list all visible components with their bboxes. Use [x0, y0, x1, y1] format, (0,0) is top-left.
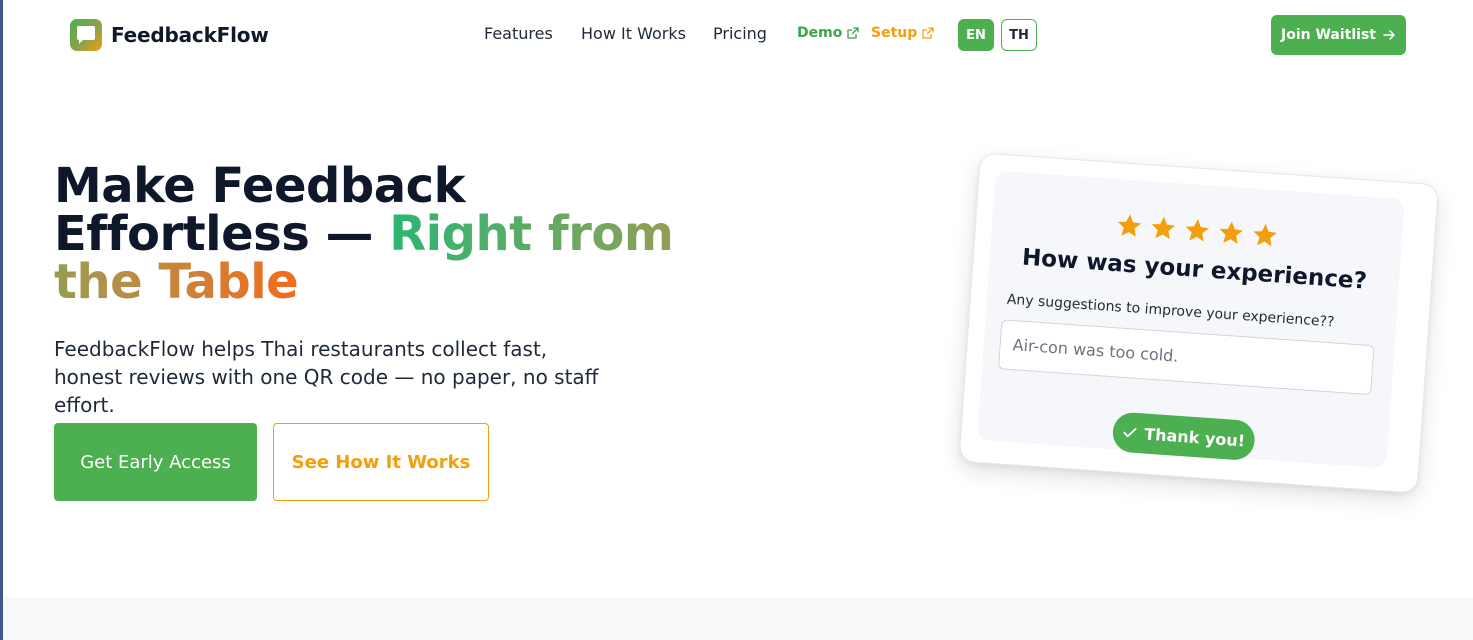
star-icon [1185, 219, 1210, 242]
star-icon [1219, 221, 1243, 244]
thank-you-label: Thank you! [1143, 424, 1246, 451]
brand-name: FeedbackFlow [111, 23, 269, 47]
window-edge [0, 0, 3, 640]
lang-en-button[interactable]: EN [958, 19, 994, 51]
nav-link-features[interactable]: Features [484, 24, 553, 43]
thank-you-button: Thank you! [1111, 411, 1256, 462]
check-icon [1123, 427, 1137, 438]
external-link-icon [847, 27, 859, 39]
brand-logo[interactable]: FeedbackFlow [70, 19, 269, 51]
lang-th-button[interactable]: TH [1001, 19, 1037, 51]
get-early-access-button[interactable]: Get Early Access [54, 423, 257, 501]
suggestion-input: Air-con was too cold. [997, 319, 1375, 396]
star-icon [1117, 214, 1142, 237]
nav-link-setup[interactable]: Setup [871, 25, 934, 41]
star-icon [1253, 223, 1277, 247]
setup-label: Setup [871, 25, 918, 41]
feedback-card-inner: How was your experience? Any suggestions… [977, 170, 1405, 469]
join-waitlist-label: Join Waitlist [1281, 27, 1376, 43]
join-waitlist-button[interactable]: Join Waitlist [1271, 15, 1406, 55]
feedback-card-mockup: How was your experience? Any suggestions… [957, 152, 1439, 513]
chat-bubble-icon [70, 19, 102, 51]
demo-label: Demo [797, 25, 843, 41]
star-icon [1151, 216, 1176, 240]
nav-link-demo[interactable]: Demo [797, 25, 859, 41]
arrow-right-icon [1383, 30, 1395, 40]
page: FeedbackFlow Features How It Works Prici… [0, 0, 1473, 640]
external-link-icon [922, 27, 934, 39]
see-how-it-works-button[interactable]: See How It Works [273, 423, 489, 501]
nav-link-pricing[interactable]: Pricing [713, 24, 767, 43]
hero-title: Make Feedback Effortless — Right from th… [54, 162, 674, 306]
nav-link-how-it-works[interactable]: How It Works [581, 24, 686, 43]
feedback-card: How was your experience? Any suggestions… [958, 152, 1439, 494]
next-section-band [3, 597, 1473, 640]
hero-subtitle: FeedbackFlow helps Thai restaurants coll… [54, 337, 599, 417]
top-nav: FeedbackFlow Features How It Works Prici… [0, 0, 1473, 70]
